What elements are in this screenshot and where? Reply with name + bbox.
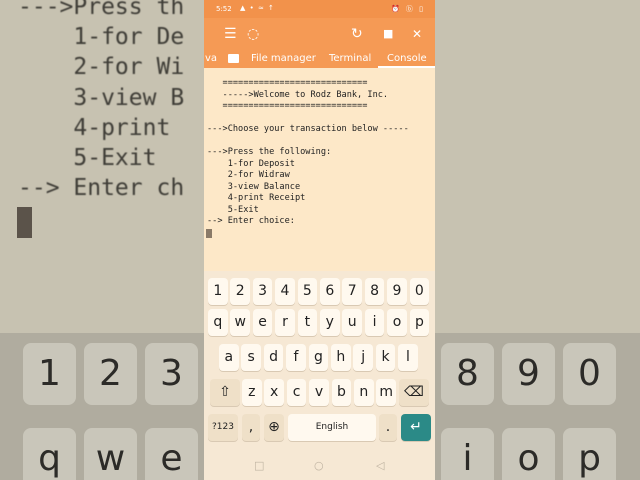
recents-icon[interactable]: □: [254, 459, 264, 472]
letter-key[interactable]: o: [387, 309, 407, 336]
letter-key[interactable]: e: [252, 309, 273, 336]
letter-key[interactable]: p: [409, 309, 430, 336]
stop-icon[interactable]: ■: [383, 25, 393, 43]
letter-key[interactable]: q: [208, 309, 228, 336]
number-key[interactable]: 5: [297, 278, 318, 305]
background-key: i: [441, 428, 494, 480]
text-cursor[interactable]: [206, 229, 212, 238]
phone-screen: 5:52 ▲ • ≈ ↑ ⏰ ⓑ ▯ ☰ ◌ ↻ ■ ✕ va File man…: [204, 0, 435, 480]
console-line: 1-for Deposit: [207, 158, 295, 169]
close-icon[interactable]: ✕: [412, 25, 422, 43]
battery-alarm-icon: ⏰ ⓑ ▯: [390, 5, 425, 13]
period-key[interactable]: .: [379, 414, 397, 441]
background-key: 2: [84, 343, 137, 405]
backspace-key-icon[interactable]: ⌫: [399, 379, 429, 406]
letter-key[interactable]: h: [331, 344, 351, 371]
globe-key-icon[interactable]: ⊕: [264, 414, 284, 441]
console-line: 2-for Widraw: [207, 170, 290, 180]
number-key[interactable]: 2: [230, 278, 250, 305]
background-key: 3: [145, 343, 198, 405]
tab-bar: va File manager Terminal Console: [204, 50, 435, 68]
tab-file-manager[interactable]: File manager: [251, 53, 316, 64]
background-key: q: [23, 428, 76, 480]
console-line: ----->Welcome to Rodz Bank, Inc.: [207, 89, 389, 100]
background-key: o: [502, 428, 555, 480]
background-key: 1: [23, 343, 76, 405]
letter-key[interactable]: y: [320, 309, 340, 336]
letter-key[interactable]: n: [354, 379, 374, 406]
number-key[interactable]: 7: [342, 278, 362, 305]
console-line: ============================: [207, 101, 368, 111]
background-console-text: --->Press th 1-for De 2-for Wi 3-view B …: [18, 0, 185, 202]
console-line: 3-view Balance: [207, 181, 301, 192]
background-key: p: [563, 428, 616, 480]
letter-key[interactable]: b: [331, 379, 352, 406]
background-key: 0: [563, 343, 616, 405]
back-icon[interactable]: ◁: [376, 459, 384, 472]
space-key[interactable]: English: [288, 414, 376, 441]
console-line: ============================: [207, 78, 368, 88]
number-key[interactable]: 8: [364, 278, 385, 305]
home-icon[interactable]: ○: [314, 459, 324, 472]
console-line: --> Enter choice:: [207, 216, 295, 226]
number-key[interactable]: 0: [409, 278, 430, 305]
soft-keyboard: 1234567890 qwertyuiop asdfghjkl ⇧ zxcvbn…: [204, 271, 435, 451]
navigation-bar: □ ○ ◁: [204, 451, 435, 480]
tab-console[interactable]: Console: [387, 53, 427, 64]
number-key[interactable]: 1: [208, 278, 228, 305]
console-line: 5-Exit: [207, 204, 259, 215]
console-line: 4-print Receipt: [207, 193, 306, 203]
enter-key-icon[interactable]: ↵: [401, 414, 431, 441]
console-output: ============================ ----->Welco…: [207, 78, 435, 228]
letter-key[interactable]: w: [230, 309, 250, 336]
number-key[interactable]: 3: [252, 278, 273, 305]
letter-key[interactable]: s: [241, 344, 261, 371]
letter-key[interactable]: z: [242, 379, 262, 406]
letter-key[interactable]: x: [264, 379, 284, 406]
tab-terminal[interactable]: Terminal: [329, 53, 371, 64]
background-key: w: [84, 428, 137, 480]
letter-key[interactable]: i: [364, 309, 385, 336]
comma-key[interactable]: ,: [242, 414, 260, 441]
background-key: e: [145, 428, 198, 480]
background-cursor: [17, 207, 32, 238]
letter-key[interactable]: l: [398, 344, 418, 371]
letter-key[interactable]: r: [275, 309, 295, 336]
background-key: 9: [502, 343, 555, 405]
tab-java[interactable]: va: [205, 53, 217, 64]
shift-key-icon[interactable]: ⇧: [210, 379, 240, 406]
background-key: 8: [441, 343, 494, 405]
letter-key[interactable]: u: [342, 309, 362, 336]
app-toolbar: ☰ ◌ ↻ ■ ✕: [204, 18, 435, 50]
letter-key[interactable]: c: [286, 379, 307, 406]
letter-key[interactable]: f: [286, 344, 306, 371]
loading-spinner-icon: ◌: [247, 26, 260, 42]
console-line: --->Choose your transaction below -----: [207, 124, 409, 134]
refresh-icon[interactable]: ↻: [351, 25, 363, 43]
letter-key[interactable]: m: [376, 379, 396, 406]
letter-key[interactable]: k: [375, 344, 396, 371]
letter-key[interactable]: g: [308, 344, 329, 371]
status-time: 5:52: [216, 5, 232, 13]
number-key[interactable]: 9: [387, 278, 407, 305]
symbols-key[interactable]: ?123: [208, 414, 238, 441]
number-key[interactable]: 4: [275, 278, 295, 305]
status-bar: 5:52 ▲ • ≈ ↑ ⏰ ⓑ ▯: [204, 0, 435, 18]
letter-key[interactable]: t: [297, 309, 318, 336]
folder-icon: [228, 54, 239, 63]
menu-icon[interactable]: ☰: [224, 25, 237, 43]
letter-key[interactable]: j: [353, 344, 373, 371]
letter-key[interactable]: d: [263, 344, 284, 371]
active-tab-indicator: [378, 66, 435, 68]
number-key[interactable]: 6: [320, 278, 340, 305]
letter-key[interactable]: v: [309, 379, 329, 406]
console-line: --->Press the following:: [207, 147, 332, 157]
letter-key[interactable]: a: [219, 344, 239, 371]
status-indicators-icon: ▲ • ≈ ↑: [240, 4, 275, 12]
